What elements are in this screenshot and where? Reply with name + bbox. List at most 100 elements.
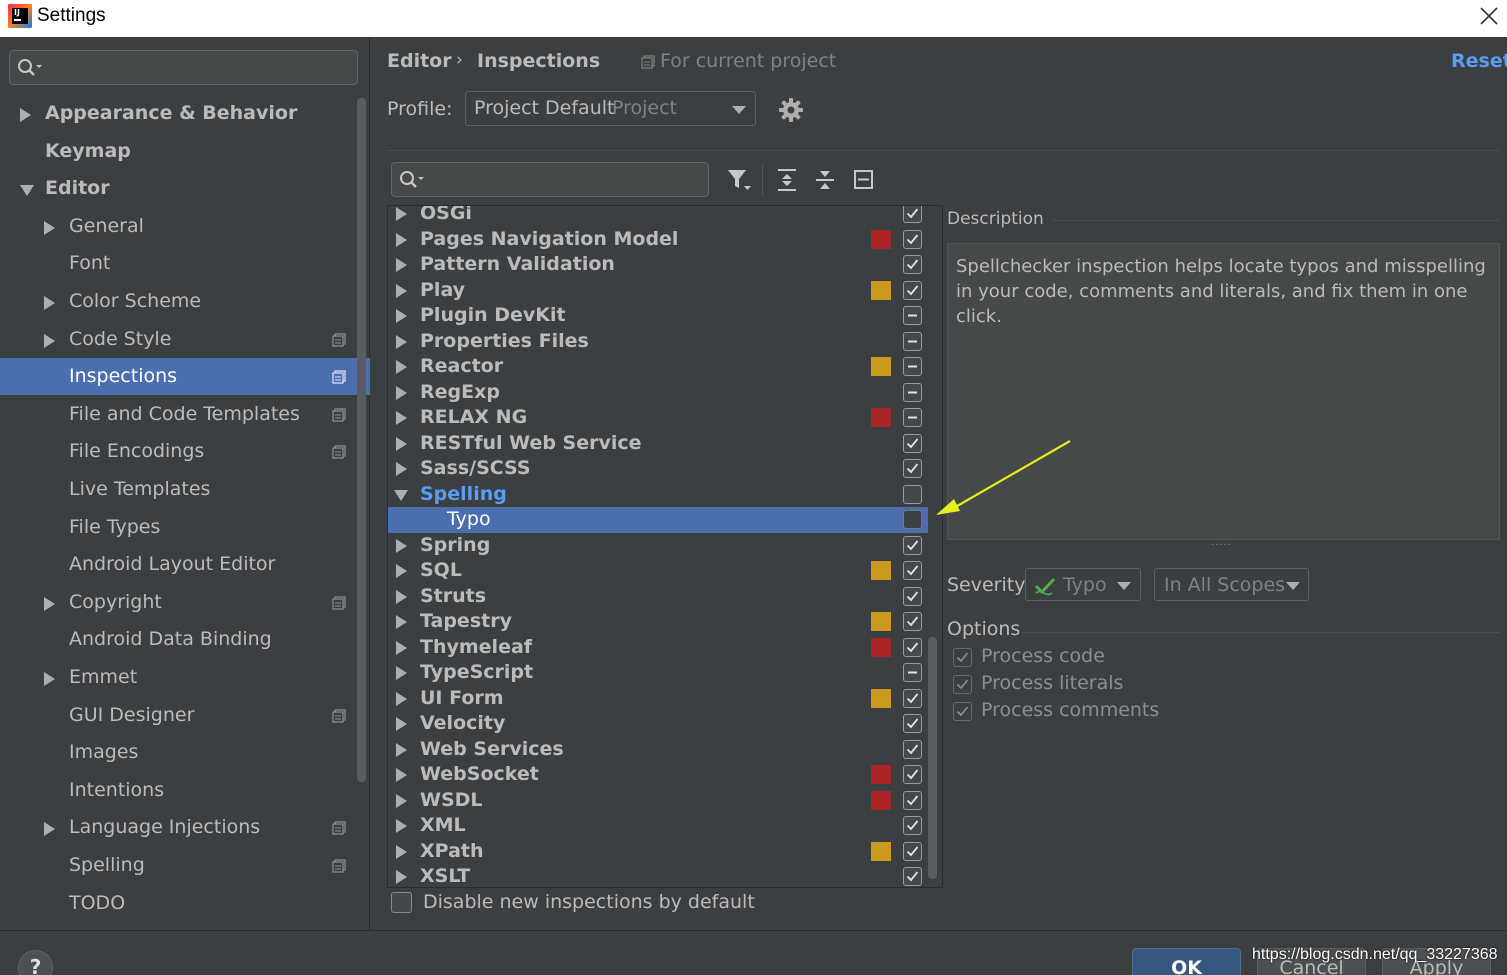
inspection-checkbox[interactable]	[903, 206, 922, 223]
inspection-checkbox[interactable]	[903, 739, 922, 759]
chevron-right-icon[interactable]	[44, 333, 55, 348]
inspection-row[interactable]: Sass/SCSS	[388, 456, 928, 482]
inspection-row[interactable]: Spring	[388, 533, 928, 559]
collapse-all-icon[interactable]	[812, 167, 838, 193]
severity-dropdown[interactable]: Typo	[1025, 568, 1141, 601]
sidebar-item[interactable]: Spelling	[0, 847, 370, 884]
inspection-row[interactable]: Plugin DevKit	[388, 303, 928, 329]
sidebar-item[interactable]: File Encodings	[0, 433, 370, 470]
inspection-row[interactable]: Pages Navigation Model	[388, 227, 928, 253]
sidebar-item[interactable]: Language Injections	[0, 809, 370, 846]
chevron-right-icon[interactable]	[396, 691, 407, 706]
chevron-right-icon[interactable]	[20, 108, 31, 122]
inspection-row[interactable]: Typo	[388, 507, 928, 533]
help-button[interactable]: ?	[18, 950, 53, 975]
chevron-right-icon[interactable]	[396, 385, 407, 400]
sidebar-item[interactable]: Keymap	[0, 133, 370, 170]
inspection-checkbox[interactable]	[903, 790, 922, 810]
inspection-row[interactable]: Tapestry	[388, 609, 928, 635]
inspection-row[interactable]: Spelling	[388, 482, 928, 508]
inspection-row[interactable]: Pattern Validation	[388, 252, 928, 278]
inspection-checkbox[interactable]	[903, 663, 922, 682]
sidebar-scrollbar[interactable]	[357, 98, 366, 782]
inspection-checkbox[interactable]	[903, 841, 922, 861]
sidebar-item[interactable]: Emmet	[0, 659, 370, 696]
chevron-right-icon[interactable]	[44, 822, 55, 837]
sidebar-search-input[interactable]	[9, 50, 358, 85]
inspection-checkbox[interactable]	[903, 408, 922, 427]
inspection-row[interactable]: Reactor	[388, 354, 928, 380]
inspection-checkbox[interactable]	[903, 484, 922, 504]
inspection-checkbox[interactable]	[903, 357, 922, 376]
inspection-row[interactable]: RegExp	[388, 380, 928, 406]
inspection-checkbox[interactable]	[903, 561, 922, 580]
inspection-row[interactable]: Struts	[388, 584, 928, 610]
chevron-right-icon[interactable]	[396, 589, 407, 604]
chevron-right-icon[interactable]	[396, 870, 407, 884]
chevron-right-icon[interactable]	[396, 334, 407, 349]
inspection-checkbox[interactable]	[903, 459, 922, 478]
chevron-right-icon[interactable]	[44, 596, 55, 611]
ok-button[interactable]: OK	[1132, 948, 1241, 975]
sidebar-item[interactable]: Appearance & Behavior	[0, 95, 370, 132]
sidebar-item[interactable]: Copyright	[0, 584, 370, 621]
sidebar-item[interactable]: GUI Designer	[0, 697, 370, 734]
chevron-right-icon[interactable]	[396, 640, 407, 655]
chevron-right-icon[interactable]	[396, 232, 407, 247]
inspection-row[interactable]: RELAX NG	[388, 405, 928, 431]
chevron-right-icon[interactable]	[396, 666, 407, 680]
sidebar-item[interactable]: Android Layout Editor	[0, 546, 370, 583]
chevron-down-icon[interactable]	[20, 185, 34, 197]
inspection-row[interactable]: Thymeleaf	[388, 635, 928, 661]
expand-all-icon[interactable]	[774, 167, 800, 193]
chevron-right-icon[interactable]	[396, 538, 407, 553]
inspection-checkbox[interactable]	[903, 433, 922, 453]
sidebar-item[interactable]: Live Templates	[0, 471, 370, 508]
inspection-checkbox[interactable]	[903, 535, 922, 555]
breadcrumb-editor[interactable]: Editor	[387, 50, 452, 72]
chevron-right-icon[interactable]	[396, 742, 407, 757]
inspection-checkbox[interactable]	[903, 816, 922, 835]
chevron-right-icon[interactable]	[44, 672, 55, 686]
chevron-right-icon[interactable]	[396, 360, 407, 374]
inspection-row[interactable]: XML	[388, 813, 928, 839]
inspection-row[interactable]: SQL	[388, 558, 928, 584]
chevron-right-icon[interactable]	[396, 615, 407, 629]
option-checkbox[interactable]	[953, 675, 972, 694]
inspection-checkbox[interactable]	[903, 612, 922, 631]
sidebar-item[interactable]: Inspections	[0, 358, 370, 396]
splitter-handle[interactable]: ·····	[1211, 540, 1232, 551]
inspection-checkbox[interactable]	[903, 280, 922, 300]
sidebar-item[interactable]: Android Data Binding	[0, 621, 370, 658]
close-icon[interactable]	[1478, 5, 1500, 27]
chevron-right-icon[interactable]	[396, 258, 407, 272]
filter-icon[interactable]	[726, 167, 752, 193]
inspection-checkbox[interactable]	[903, 867, 922, 886]
chevron-right-icon[interactable]	[44, 220, 55, 235]
inspection-row[interactable]: XPath	[388, 839, 928, 865]
sidebar-item[interactable]: Color Scheme	[0, 283, 370, 320]
inspection-checkbox[interactable]	[903, 765, 922, 784]
inspection-checkbox[interactable]	[903, 637, 922, 657]
profile-dropdown[interactable]: Project Default Project	[465, 91, 756, 126]
option-checkbox[interactable]	[953, 702, 972, 721]
sidebar-item[interactable]: TODO	[0, 885, 370, 922]
disable-new-inspections-checkbox[interactable]	[391, 892, 412, 913]
inspection-checkbox[interactable]	[903, 688, 922, 708]
sidebar-item[interactable]: File Types	[0, 509, 370, 546]
inspection-row[interactable]: WebSocket	[388, 762, 928, 788]
inspection-row[interactable]: Velocity	[388, 711, 928, 737]
sidebar-item[interactable]: File and Code Templates	[0, 396, 370, 433]
inspection-row[interactable]: Play	[388, 278, 928, 304]
chevron-right-icon[interactable]	[396, 564, 407, 578]
inspections-scrollbar[interactable]	[928, 637, 937, 879]
sidebar-item[interactable]: Images	[0, 734, 370, 771]
sidebar-item[interactable]: General	[0, 208, 370, 245]
inspection-row[interactable]: TypeScript	[388, 660, 928, 686]
chevron-right-icon[interactable]	[396, 462, 407, 476]
chevron-right-icon[interactable]	[396, 283, 407, 298]
sidebar-item[interactable]: Font	[0, 245, 370, 282]
inspections-search-input[interactable]	[391, 162, 709, 197]
inspection-checkbox[interactable]	[903, 510, 922, 529]
inspection-row[interactable]: Web Services	[388, 737, 928, 763]
